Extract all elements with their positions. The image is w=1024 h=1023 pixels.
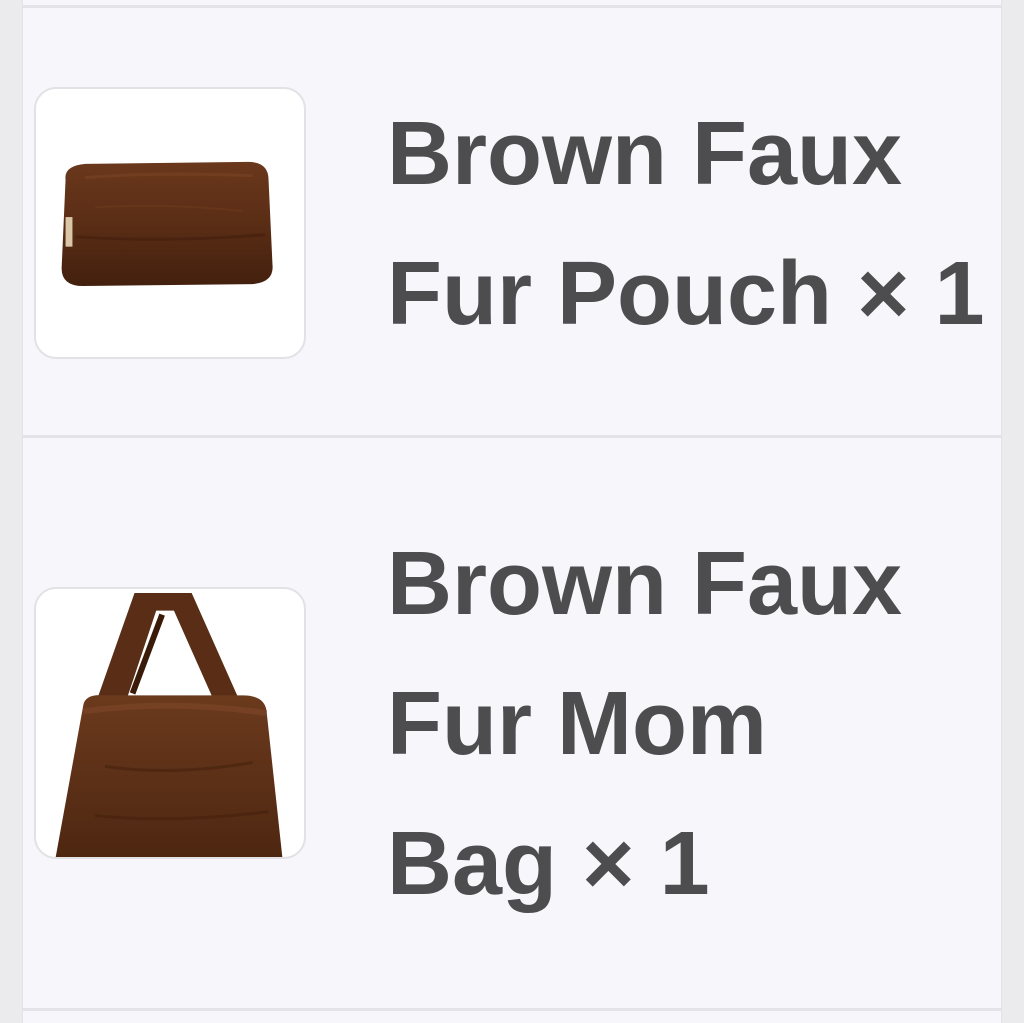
divider (23, 1008, 1001, 1011)
faux-fur-bag-image (55, 592, 283, 857)
product-thumbnail[interactable] (34, 87, 306, 359)
product-name-line: Brown Faux (387, 104, 903, 204)
faux-fur-pouch-image (61, 161, 273, 287)
product-name-line: Fur Pouch × 1 (387, 244, 985, 344)
order-items-panel: Brown Faux Fur Pouch × 1 Brown Faux Fur … (22, 0, 1002, 1023)
product-name-line: Bag × 1 (387, 814, 710, 914)
product-name[interactable]: Brown Faux Fur Pouch × 1 (387, 84, 1007, 364)
list-item[interactable]: Brown Faux Fur Pouch × 1 (23, 8, 1001, 436)
list-item[interactable]: Brown Faux Fur Mom Bag × 1 (23, 438, 1001, 1008)
product-name-line: Fur Mom (387, 674, 767, 774)
product-name[interactable]: Brown Faux Fur Mom Bag × 1 (387, 514, 1007, 934)
product-name-line: Brown Faux (387, 534, 903, 634)
product-thumbnail[interactable] (34, 587, 306, 859)
